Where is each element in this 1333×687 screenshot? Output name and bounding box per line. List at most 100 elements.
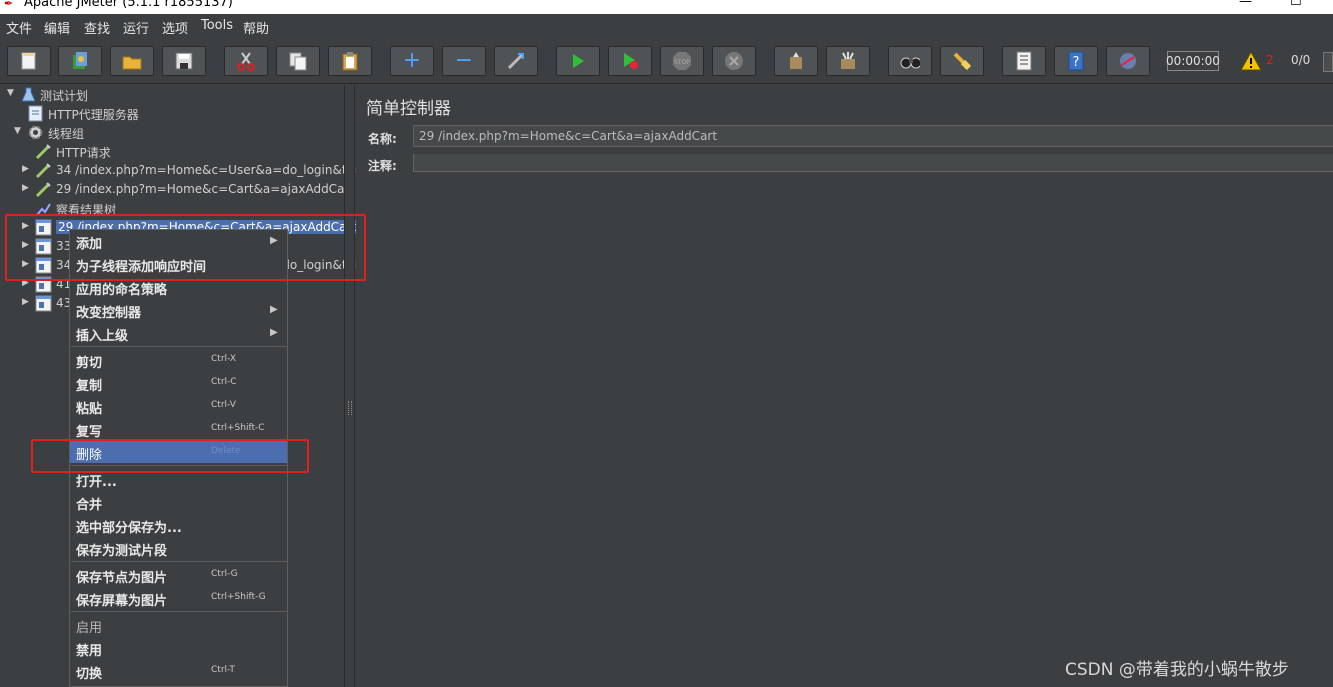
submenu-arrow-icon: ▶ <box>270 327 278 338</box>
watermark: CSDN @带着我的小蜗牛散步 <box>1065 660 1289 680</box>
tree-node-test-plan[interactable]: ▼ 测试计划 <box>0 85 344 104</box>
split-pane-divider[interactable] <box>344 85 355 687</box>
shutdown-icon <box>724 51 744 71</box>
copy-button[interactable] <box>276 46 320 76</box>
minimize-button[interactable]: — <box>1239 0 1252 9</box>
menu-item-change-controller[interactable]: 改变控制器 ▶ <box>70 299 287 321</box>
menu-separator <box>71 611 288 612</box>
svg-text:STOP: STOP <box>674 59 690 66</box>
cut-icon <box>236 51 256 71</box>
remote-button[interactable] <box>1106 46 1150 76</box>
search-button[interactable] <box>888 46 932 76</box>
elapsed-timer: 00:00:00 <box>1166 51 1220 71</box>
maximize-button[interactable]: ☐ <box>1290 0 1302 9</box>
menu-item-save-node-image[interactable]: 保存节点为图片 Ctrl-G <box>70 564 287 586</box>
comment-label: 注释: <box>368 159 397 173</box>
toolbar-overflow[interactable] <box>1323 52 1333 72</box>
menu-item-save-selection[interactable]: 选中部分保存为... <box>70 514 287 536</box>
save-button[interactable] <box>162 46 206 76</box>
menu-item-label: 打开... <box>76 475 117 490</box>
menu-item-label: 合并 <box>76 498 103 513</box>
menu-item-shortcut: Ctrl+Shift-G <box>211 592 266 602</box>
tree-node-http-request[interactable]: HTTP请求 <box>0 142 344 161</box>
warning-count: 2 <box>1266 53 1274 67</box>
menu-item-insert-parent[interactable]: 插入上级 ▶ <box>70 322 287 344</box>
menu-item-duplicate[interactable]: 复写 Ctrl+Shift-C <box>70 418 287 440</box>
tree-node-label: HTTP代理服务器 <box>48 108 139 122</box>
collapse-button[interactable]: − <box>442 46 486 76</box>
help-icon: ? <box>1066 51 1086 71</box>
new-button[interactable] <box>7 46 51 76</box>
name-label: 名称: <box>368 132 397 146</box>
expand-button[interactable]: + <box>390 46 434 76</box>
controller-icon <box>35 295 52 312</box>
tree-node-thread-group[interactable]: ▼ 线程组 <box>0 123 344 142</box>
expand-arrow[interactable]: ▶ <box>22 164 29 174</box>
menu-item-shortcut: Ctrl-V <box>211 400 236 410</box>
templates-button[interactable] <box>58 46 102 76</box>
menu-item-cut[interactable]: 剪切 Ctrl-X <box>70 349 287 371</box>
menu-options[interactable]: 选项 <box>162 18 188 37</box>
menu-item-label: 禁用 <box>76 644 103 659</box>
start-button[interactable] <box>556 46 600 76</box>
menu-item-merge[interactable]: 合并 <box>70 491 287 513</box>
remote-icon <box>1118 51 1138 71</box>
menu-run[interactable]: 运行 <box>123 18 149 37</box>
tree-node-sampler-login[interactable]: ▶ 34 /index.php?m=Home&c=User&a=do_login… <box>0 161 376 180</box>
function-helper-button[interactable] <box>1002 46 1046 76</box>
function-helper-icon <box>1014 51 1034 71</box>
svg-text:?: ? <box>1073 55 1080 70</box>
expand-arrow[interactable]: ▼ <box>14 126 21 136</box>
reset-search-button[interactable] <box>940 46 984 76</box>
menu-item-disable[interactable]: 禁用 <box>70 637 287 659</box>
clear-button[interactable] <box>774 46 818 76</box>
menu-item-label: 剪切 <box>76 356 103 371</box>
start-no-pause-icon <box>620 51 640 71</box>
annotation-box-delete <box>31 439 309 473</box>
splitter-grip[interactable] <box>348 401 352 415</box>
new-icon <box>19 51 39 71</box>
menu-separator <box>71 346 288 347</box>
menu-item-toggle[interactable]: 切换 Ctrl-T <box>70 660 287 682</box>
cut-button[interactable] <box>224 46 268 76</box>
menu-help[interactable]: 帮助 <box>243 18 269 37</box>
tree-node-sampler-cart[interactable]: ▶ 29 /index.php?m=Home&c=Cart&a=ajaxAddC… <box>0 180 354 199</box>
menu-item-shortcut: Ctrl+Shift-C <box>211 423 265 433</box>
menu-search[interactable]: 查找 <box>84 18 110 37</box>
paste-button[interactable] <box>328 46 372 76</box>
paste-icon <box>340 51 360 71</box>
menu-item-save-screen-image[interactable]: 保存屏幕为图片 Ctrl+Shift-G <box>70 587 287 609</box>
menu-item-label: 保存屏幕为图片 <box>76 594 168 609</box>
annotation-box-top <box>5 214 366 281</box>
toggle-button[interactable] <box>494 46 538 76</box>
menu-item-save-as-fragment[interactable]: 保存为测试片段 <box>70 537 287 559</box>
sampler-icon <box>35 162 52 179</box>
menu-item-shortcut: Ctrl-T <box>211 665 235 675</box>
name-field[interactable]: 29 /index.php?m=Home&c=Cart&a=ajaxAddCar… <box>413 125 1333 147</box>
help-button[interactable]: ? <box>1054 46 1098 76</box>
menu-item-label: 切换 <box>76 667 103 682</box>
expand-arrow[interactable]: ▼ <box>7 88 14 98</box>
expand-arrow[interactable]: ▶ <box>22 183 29 193</box>
stop-button[interactable]: STOP <box>660 46 704 76</box>
clear-all-button[interactable] <box>826 46 870 76</box>
expand-arrow[interactable]: ▶ <box>22 297 29 307</box>
tree-node-label: 34 /index.php?m=Home&c=User&a=do_login&t… <box>56 163 376 177</box>
menu-item-paste[interactable]: 粘贴 Ctrl-V <box>70 395 287 417</box>
start-no-pause-button[interactable] <box>608 46 652 76</box>
comment-field[interactable] <box>413 154 1333 172</box>
tree-node-proxy[interactable]: HTTP代理服务器 <box>0 104 344 123</box>
menu-tools[interactable]: Tools <box>201 18 233 33</box>
tree-node-label: 测试计划 <box>40 89 89 103</box>
menu-item-shortcut: Ctrl-C <box>211 377 237 387</box>
tree-node-label: 29 /index.php?m=Home&c=Cart&a=ajaxAddCar… <box>56 182 355 196</box>
sampler-icon <box>35 181 52 198</box>
menu-file[interactable]: 文件 <box>6 18 32 37</box>
warning-icon[interactable] <box>1240 50 1262 71</box>
menu-item-copy[interactable]: 复制 Ctrl-C <box>70 372 287 394</box>
open-button[interactable] <box>110 46 154 76</box>
shutdown-button[interactable] <box>712 46 756 76</box>
menu-edit[interactable]: 编辑 <box>44 18 70 37</box>
menubar: 文件 编辑 查找 运行 选项 Tools 帮助 <box>0 14 1333 38</box>
sampler-icon <box>35 143 52 160</box>
